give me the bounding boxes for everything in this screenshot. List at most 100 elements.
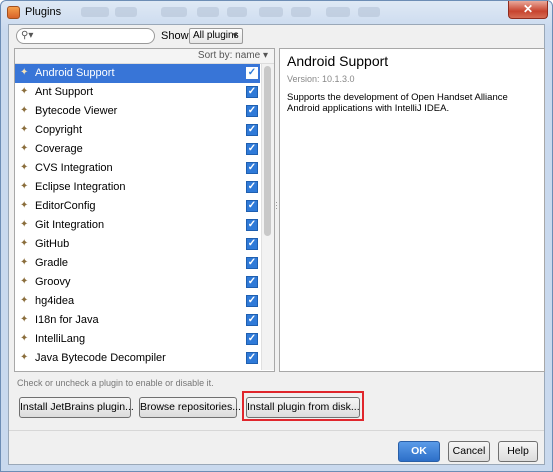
plugin-row[interactable]: ✦ I18n for Java ✓	[15, 311, 260, 330]
close-button[interactable]: ✕	[508, 1, 548, 19]
help-button[interactable]: Help	[498, 441, 538, 462]
browse-repositories-button[interactable]: Browse repositories...	[139, 397, 241, 418]
show-label: Show:	[161, 30, 192, 42]
plugin-row[interactable]: ✦ CVS Integration ✓	[15, 159, 260, 178]
plugin-enabled-checkbox[interactable]: ✓	[246, 124, 258, 136]
plugin-row[interactable]: ✦ GitHub ✓	[15, 235, 260, 254]
plugin-enabled-checkbox[interactable]: ✓	[246, 105, 258, 117]
list-scrollbar[interactable]	[261, 64, 274, 370]
plugin-row-label: Bytecode Viewer	[35, 105, 118, 117]
plugin-enabled-checkbox[interactable]: ✓	[246, 295, 258, 307]
plugin-row-label: GitHub	[35, 238, 70, 250]
plugin-enabled-checkbox[interactable]: ✓	[246, 314, 258, 326]
plugin-row[interactable]: ✦ Eclipse Integration ✓	[15, 178, 260, 197]
plugin-rows: ✦ Android Support ✓ ✦ Ant Support ✓ ✦ Bytecode …	[15, 64, 260, 372]
plugin-enabled-checkbox[interactable]: ✓	[246, 276, 258, 288]
blurred-title-segment	[291, 7, 311, 17]
plug-icon: ✦	[20, 219, 29, 230]
intellij-icon	[7, 6, 20, 19]
plugin-name: Android Support	[287, 53, 389, 69]
ok-button[interactable]: OK	[398, 441, 440, 462]
plugin-enabled-checkbox[interactable]: ✓	[246, 257, 258, 269]
plugin-row-label: Android Support	[35, 67, 115, 79]
plugin-enabled-checkbox[interactable]: ✓	[246, 238, 258, 250]
plugin-row-label: I18n for Java	[35, 314, 99, 326]
chevron-down-icon: ▼	[231, 31, 239, 40]
plug-icon: ✦	[20, 86, 29, 97]
blurred-title-segment	[115, 7, 137, 17]
plugin-enabled-checkbox[interactable]: ✓	[246, 200, 258, 212]
cancel-button[interactable]: Cancel	[448, 441, 490, 462]
plugin-row[interactable]: ✦ Java Bytecode Decompiler ✓	[15, 349, 260, 368]
plugin-row-label: Ant Support	[35, 86, 94, 98]
plugin-enabled-checkbox[interactable]: ✓	[246, 67, 258, 79]
install-jetbrains-plugin-button[interactable]: Install JetBrains plugin...	[19, 397, 134, 418]
plug-icon: ✦	[20, 276, 29, 287]
plugin-row[interactable]: ✦ Git Integration ✓	[15, 216, 260, 235]
plugin-row[interactable]: ✦ hg4idea ✓	[15, 292, 260, 311]
plug-icon: ✦	[20, 105, 29, 116]
search-input[interactable]: ⚲▾	[16, 28, 155, 44]
sort-bar[interactable]: Sort by: name ▾	[15, 49, 274, 64]
plugin-row-label: IntelliLang	[35, 333, 86, 345]
blurred-title-segment	[197, 7, 219, 17]
plugin-enabled-checkbox[interactable]: ✓	[246, 181, 258, 193]
plugin-row-label: JavaFX	[35, 371, 72, 372]
plugin-version: Version: 10.1.3.0	[287, 74, 355, 84]
plug-icon: ✦	[20, 67, 29, 78]
plug-icon: ✦	[20, 124, 29, 135]
plugin-row-label: CVS Integration	[35, 162, 113, 174]
plugin-enabled-checkbox[interactable]: ✓	[246, 162, 258, 174]
scrollbar-thumb[interactable]	[264, 66, 271, 236]
plugin-row[interactable]: ✦ Gradle ✓	[15, 254, 260, 273]
plugin-row-label: Gradle	[35, 257, 69, 269]
plugin-row[interactable]: ✦ Android Support ✓	[15, 64, 260, 83]
blurred-title-segment	[326, 7, 350, 17]
plugin-enabled-checkbox[interactable]: ✓	[246, 86, 258, 98]
plugin-row[interactable]: ✦ Bytecode Viewer ✓	[15, 102, 260, 121]
plugin-detail-panel: Android Support Version: 10.1.3.0 Suppor…	[279, 48, 545, 372]
plug-icon: ✦	[20, 295, 29, 306]
blurred-title-segment	[81, 7, 109, 17]
sort-label[interactable]: Sort by: name ▾	[198, 50, 268, 61]
plugin-row-label: Coverage	[35, 143, 83, 155]
dialog-content: ⚲▾ Show: All plugins ▼ Sort by: name ▾ ✦…	[8, 24, 545, 465]
plugin-row[interactable]: ✦ Copyright ✓	[15, 121, 260, 140]
plugin-enabled-checkbox[interactable]: ✓	[246, 371, 258, 372]
title-bar[interactable]: Plugins ✕	[1, 1, 552, 25]
window-title: Plugins	[25, 6, 62, 18]
blurred-title-segment	[161, 7, 187, 17]
show-filter-dropdown[interactable]: All plugins ▼	[189, 28, 243, 44]
plugin-row[interactable]: ✦ Coverage ✓	[15, 140, 260, 159]
blurred-title-segment	[358, 7, 380, 17]
plug-icon: ✦	[20, 371, 28, 372]
plugin-row[interactable]: ✦ IntelliLang ✓	[15, 330, 260, 349]
plugin-row-label: Groovy	[35, 276, 71, 288]
splitter-handle[interactable]	[275, 200, 278, 220]
plugin-list: Sort by: name ▾ ✦ Android Support ✓ ✦ Ant Su…	[14, 48, 275, 372]
blurred-title-segment	[259, 7, 283, 17]
blurred-title-segment	[227, 7, 247, 17]
plug-icon: ✦	[20, 181, 29, 192]
plug-icon: ✦	[20, 333, 29, 344]
plugin-row-label: Eclipse Integration	[35, 181, 126, 193]
plug-icon: ✦	[20, 352, 29, 363]
plugin-row-label: Git Integration	[35, 219, 105, 231]
plug-icon: ✦	[20, 143, 29, 154]
plug-icon: ✦	[20, 162, 29, 173]
plugin-row-label: EditorConfig	[35, 200, 96, 212]
plugin-row[interactable]: ✦ Ant Support ✓	[15, 83, 260, 102]
plugin-row[interactable]: ✦ Groovy ✓	[15, 273, 260, 292]
plugin-enabled-checkbox[interactable]: ✓	[246, 219, 258, 231]
divider	[9, 430, 544, 431]
plugin-row-label: Java Bytecode Decompiler	[35, 352, 166, 364]
plugin-row[interactable]: ✦ EditorConfig ✓	[15, 197, 260, 216]
plugin-row[interactable]: ✦ JavaFX ✓	[15, 368, 260, 372]
plug-icon: ✦	[20, 314, 29, 325]
plugin-enabled-checkbox[interactable]: ✓	[246, 333, 258, 345]
plug-icon: ✦	[20, 238, 29, 249]
plugin-enabled-checkbox[interactable]: ✓	[246, 352, 258, 364]
plugin-enabled-checkbox[interactable]: ✓	[246, 143, 258, 155]
highlight-box	[242, 391, 364, 421]
plug-icon: ✦	[20, 200, 29, 211]
